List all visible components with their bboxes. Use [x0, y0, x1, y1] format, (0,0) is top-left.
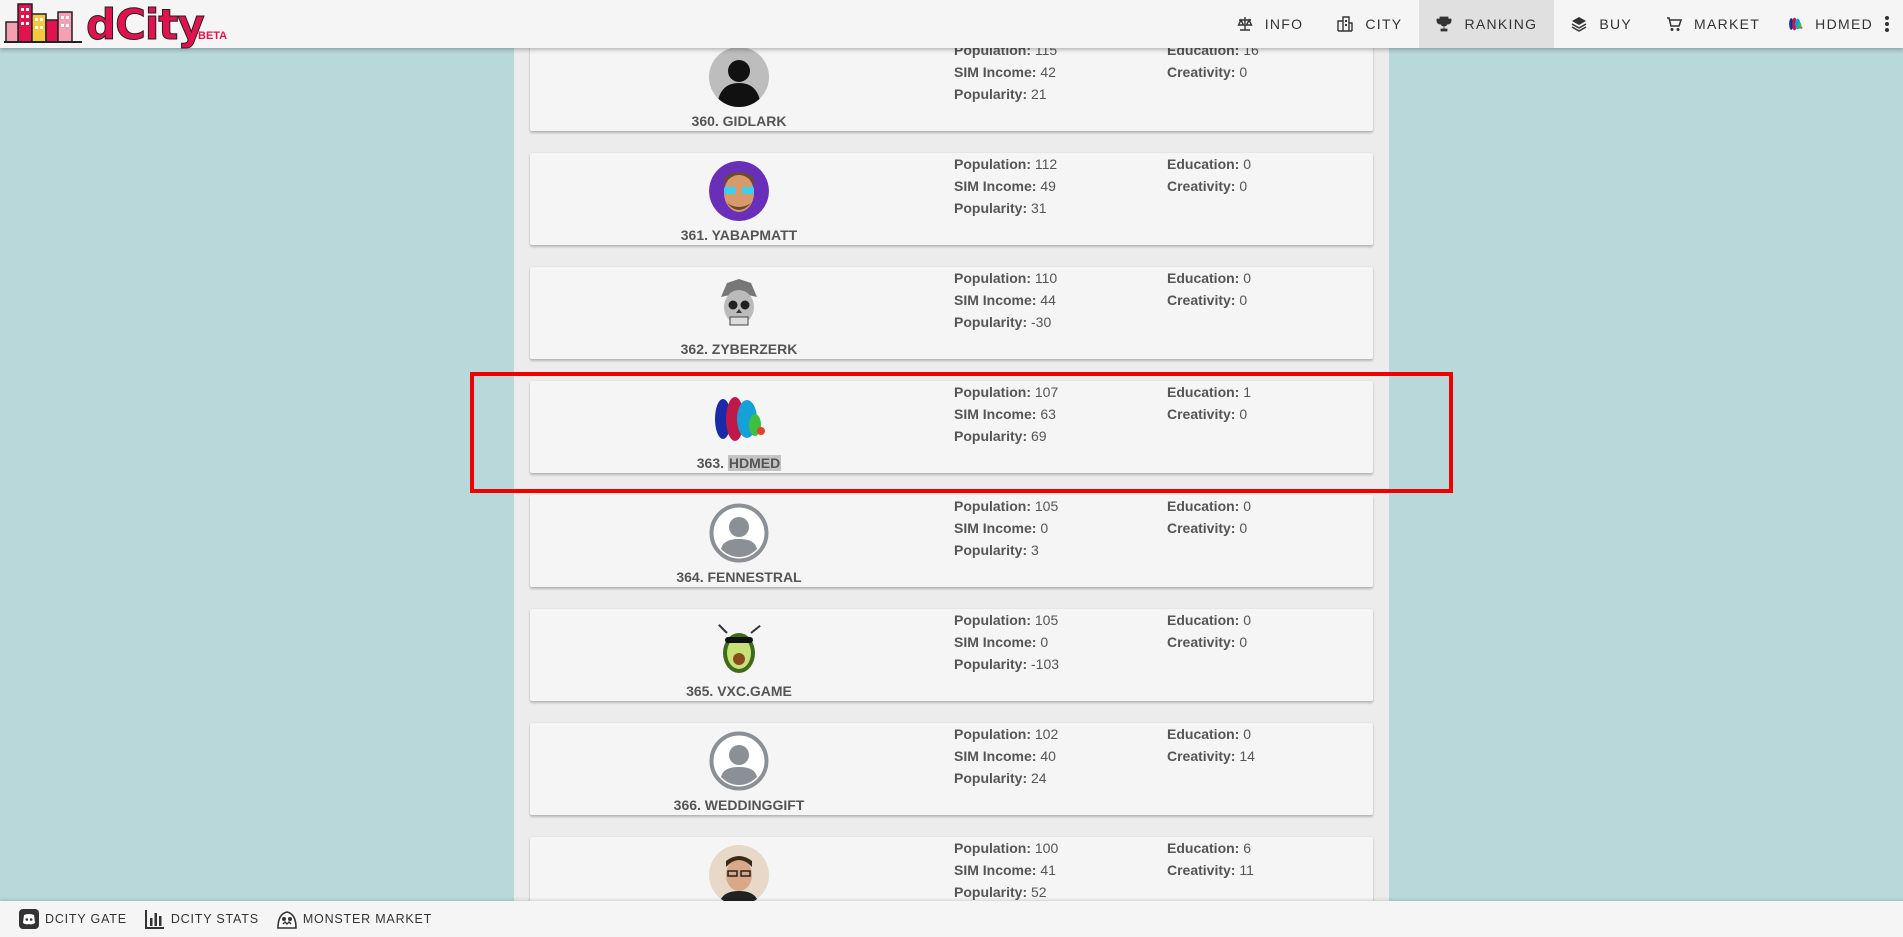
avatar	[709, 845, 769, 901]
stats-secondary: Education: 6 Creativity: 11	[1167, 840, 1254, 878]
avatar	[709, 731, 769, 791]
cartoon-man-icon	[709, 161, 769, 221]
player-name: 364. FENNESTRAL	[676, 569, 802, 585]
scale-icon	[1237, 17, 1253, 31]
stats-secondary: Education: 16 Creativity: 0	[1167, 48, 1259, 80]
nav-ranking[interactable]: RANKING	[1419, 0, 1555, 48]
ranking-card[interactable]: 360. GIDLARK Population: 115 SIM Income:…	[530, 48, 1373, 131]
nav-ranking-label: RANKING	[1464, 16, 1538, 32]
footer-bar: DCITY GATE DCITY STATS MONSTER MARKET	[0, 901, 1903, 937]
trophy-icon	[1437, 16, 1452, 32]
ranking-card[interactable]: 364. FENNESTRAL Population: 105 SIM Inco…	[530, 495, 1373, 587]
dcity-stats-link[interactable]: DCITY STATS	[144, 908, 259, 930]
avatar	[709, 275, 769, 335]
layers-icon	[1571, 17, 1587, 32]
stats-secondary: Education: 0 Creativity: 0	[1167, 270, 1252, 308]
ranking-card[interactable]: Population: 100 SIM Income: 41 Popularit…	[530, 837, 1373, 901]
avatar	[709, 161, 769, 221]
player-name: 366. WEDDINGGIFT	[673, 797, 805, 813]
stats-secondary: Education: 0 Creativity: 0	[1167, 498, 1252, 536]
ranking-card[interactable]: 366. WEDDINGGIFT Population: 102 SIM Inc…	[530, 723, 1373, 815]
stats-secondary: Education: 0 Creativity: 14	[1167, 726, 1255, 764]
ranking-card[interactable]: 362. ZYBERZERK Population: 110 SIM Incom…	[530, 267, 1373, 359]
avatar	[709, 503, 769, 563]
discord-icon	[19, 909, 39, 929]
beta-badge: BETA	[198, 30, 228, 42]
cart-icon	[1667, 17, 1683, 31]
city-buildings-icon	[4, 3, 82, 43]
nav-market-label: MARKET	[1694, 16, 1761, 32]
man-photo-icon	[709, 845, 769, 901]
bar-chart-icon	[144, 910, 164, 929]
nav-info[interactable]: INFO	[1220, 0, 1321, 48]
monster-market-label: MONSTER MARKET	[302, 912, 433, 926]
stats-secondary: Education: 0 Creativity: 0	[1167, 612, 1252, 650]
silhouette-icon	[709, 48, 769, 107]
nav-user-label: HDMED	[1815, 16, 1873, 32]
stats-primary: Population: 115 SIM Income: 42 Popularit…	[954, 48, 1058, 102]
highlight-frame	[470, 372, 1453, 493]
dcity-stats-label: DCITY STATS	[170, 912, 259, 926]
nav-info-label: INFO	[1264, 16, 1304, 32]
stats-primary: Population: 112 SIM Income: 49 Popularit…	[954, 156, 1058, 216]
nav-buy[interactable]: BUY	[1554, 0, 1649, 48]
nav-buy-label: BUY	[1599, 16, 1633, 32]
stats-primary: Population: 105 SIM Income: 0 Popularity…	[954, 612, 1060, 672]
stats-primary: Population: 110 SIM Income: 44 Popularit…	[954, 270, 1058, 330]
logo-text: dCity	[86, 0, 206, 50]
ranking-card[interactable]: 361. YABAPMATT Population: 112 SIM Incom…	[530, 153, 1373, 245]
player-name: 365. VXC.GAME	[686, 683, 792, 699]
default-user-icon	[709, 503, 769, 563]
nav-city[interactable]: CITY	[1320, 0, 1419, 48]
main-nav: INFO CITY RANKING BUY MARKET HDMED	[1220, 0, 1903, 48]
dcity-gate-link[interactable]: DCITY GATE	[18, 908, 127, 930]
top-navbar: dCity BETA INFO CITY RANKING BUY MARKET	[0, 0, 1903, 50]
stats-primary: Population: 100 SIM Income: 41 Popularit…	[954, 840, 1059, 900]
avocado-icon	[709, 617, 769, 677]
hd-logo-icon	[1789, 17, 1803, 31]
avatar	[709, 48, 769, 107]
monster-market-link[interactable]: MONSTER MARKET	[276, 908, 432, 930]
default-user-icon	[709, 731, 769, 791]
player-name: 361. YABAPMATT	[680, 227, 798, 243]
avatar	[709, 617, 769, 677]
more-vert-icon[interactable]	[1885, 14, 1889, 34]
nav-user-menu[interactable]: HDMED	[1777, 0, 1903, 48]
dcity-gate-label: DCITY GATE	[45, 912, 127, 926]
monster-icon	[277, 911, 297, 929]
skull-helmet-icon	[709, 275, 769, 335]
player-name: 360. GIDLARK	[691, 113, 787, 129]
player-name: 362. ZYBERZERK	[680, 341, 798, 357]
stats-secondary: Education: 0 Creativity: 0	[1167, 156, 1252, 194]
city-icon	[1337, 16, 1354, 32]
stats-primary: Population: 105 SIM Income: 0 Popularity…	[954, 498, 1059, 558]
nav-market[interactable]: MARKET	[1649, 0, 1777, 48]
stats-primary: Population: 102 SIM Income: 40 Popularit…	[954, 726, 1059, 786]
nav-city-label: CITY	[1365, 16, 1403, 32]
dcity-logo[interactable]: dCity BETA	[4, 0, 234, 50]
ranking-card[interactable]: 365. VXC.GAME Population: 105 SIM Income…	[530, 609, 1373, 701]
